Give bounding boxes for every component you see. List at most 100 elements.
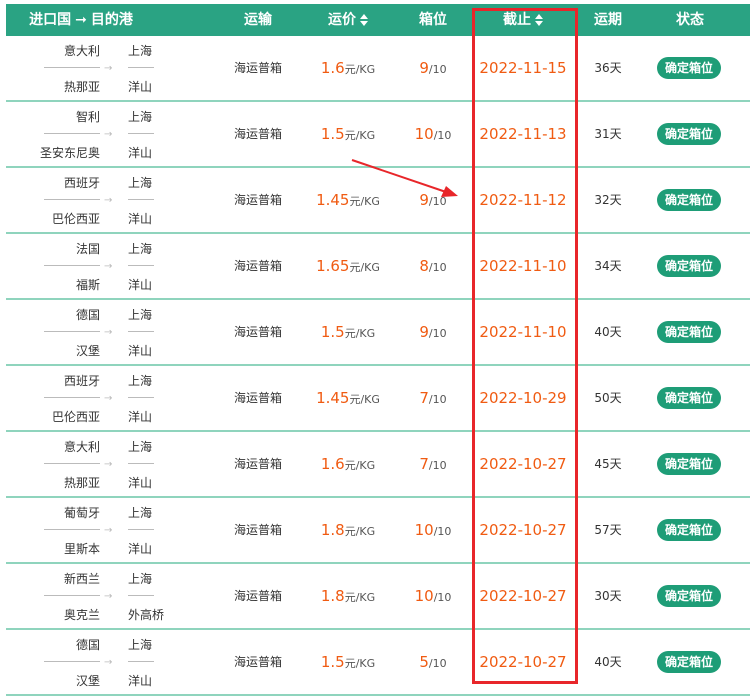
divider — [128, 463, 154, 464]
dest-city: 上海 — [128, 638, 153, 652]
price-unit: 元/KG — [349, 393, 380, 406]
header-cutoff-sort[interactable]: 截止 — [468, 4, 578, 36]
price-cell: 1.65元/KG — [298, 234, 398, 298]
confirm-box-button[interactable]: 确定箱位 — [657, 189, 721, 211]
origin-cell: 德国 汉堡 — [44, 300, 100, 364]
origin-port: 热那亚 — [63, 80, 100, 94]
dest-port: 洋山 — [128, 476, 153, 490]
dest-port: 洋山 — [128, 674, 153, 688]
box-used: 9 — [419, 59, 429, 77]
destination-cell: 上海 洋山 — [128, 366, 188, 430]
transport-type: 海运普箱 — [233, 391, 282, 405]
transport-type: 海运普箱 — [233, 457, 282, 471]
box-total: /10 — [428, 63, 447, 76]
table-row: 新西兰 奥克兰 → 上海 外高桥 海运普箱 1.8元/KG 10/10 2022… — [6, 564, 750, 630]
destination-cell: 上海 洋山 — [128, 102, 188, 166]
divider — [128, 265, 154, 266]
origin-port: 汉堡 — [75, 344, 100, 358]
transit-days: 31天 — [594, 127, 622, 141]
origin-country: 葡萄牙 — [63, 506, 100, 520]
confirm-box-button[interactable]: 确定箱位 — [657, 585, 721, 607]
table-header: 进口国 ➞ 目的港 运输 运价 箱位 截止 运期 状态 — [6, 4, 750, 36]
confirm-box-button[interactable]: 确定箱位 — [657, 519, 721, 541]
destination-cell: 上海 洋山 — [128, 36, 188, 100]
box-cell: 10/10 — [398, 102, 468, 166]
dest-port: 洋山 — [128, 542, 153, 556]
dest-city: 上海 — [128, 242, 153, 256]
confirm-box-button[interactable]: 确定箱位 — [657, 453, 721, 475]
price-cell: 1.6元/KG — [298, 36, 398, 100]
box-total: /10 — [428, 393, 447, 406]
transport-type: 海运普箱 — [233, 127, 282, 141]
price-cell: 1.5元/KG — [298, 630, 398, 694]
price-unit: 元/KG — [344, 525, 376, 538]
box-cell: 10/10 — [398, 564, 468, 628]
table-row: 德国 汉堡 → 上海 洋山 海运普箱 1.5元/KG 5/10 2022-10-… — [6, 630, 750, 696]
origin-port: 巴伦西亚 — [51, 212, 100, 226]
origin-cell: 西班牙 巴伦西亚 — [44, 366, 100, 430]
confirm-box-button[interactable]: 确定箱位 — [657, 651, 721, 673]
header-price-sort[interactable]: 运价 — [298, 4, 398, 36]
price-unit: 元/KG — [344, 591, 376, 604]
divider — [128, 133, 154, 134]
transit-days: 34天 — [594, 259, 622, 273]
route-arrow-icon: → — [104, 393, 113, 404]
transport-type: 海运普箱 — [233, 259, 282, 273]
divider — [44, 133, 100, 134]
destination-cell: 上海 外高桥 — [128, 564, 188, 628]
origin-country: 意大利 — [63, 44, 100, 58]
route-arrow-icon: → — [104, 195, 113, 206]
cutoff-date: 2022-10-29 — [479, 389, 567, 407]
transit-days: 57天 — [594, 523, 622, 537]
cutoff-date: 2022-10-27 — [479, 587, 567, 605]
table-row: 葡萄牙 里斯本 → 上海 洋山 海运普箱 1.8元/KG 10/10 2022-… — [6, 498, 750, 564]
destination-cell: 上海 洋山 — [128, 498, 188, 562]
dest-city: 上海 — [128, 374, 153, 388]
origin-cell: 葡萄牙 里斯本 — [44, 498, 100, 562]
box-total: /10 — [433, 591, 452, 604]
price-value: 1.8 — [320, 587, 345, 605]
divider — [128, 661, 154, 662]
dest-city: 上海 — [128, 572, 153, 586]
header-box: 箱位 — [419, 12, 447, 28]
divider — [44, 661, 100, 662]
cutoff-date: 2022-10-27 — [479, 653, 567, 671]
route-arrow-icon: → — [104, 459, 113, 470]
confirm-box-button[interactable]: 确定箱位 — [657, 255, 721, 277]
box-used: 9 — [419, 191, 429, 209]
header-cutoff: 截止 — [503, 12, 531, 28]
confirm-box-button[interactable]: 确定箱位 — [657, 57, 721, 79]
price-value: 1.6 — [320, 455, 345, 473]
origin-port: 巴伦西亚 — [51, 410, 100, 424]
box-cell: 5/10 — [398, 630, 468, 694]
box-used: 9 — [419, 323, 429, 341]
price-unit: 元/KG — [344, 657, 376, 670]
box-cell: 7/10 — [398, 432, 468, 496]
transit-days: 50天 — [594, 391, 622, 405]
price-value: 1.5 — [320, 125, 345, 143]
table-row: 智利 圣安东尼奥 → 上海 洋山 海运普箱 1.5元/KG 10/10 2022… — [6, 102, 750, 168]
route-arrow-icon: → — [104, 525, 113, 536]
confirm-box-button[interactable]: 确定箱位 — [657, 123, 721, 145]
confirm-box-button[interactable]: 确定箱位 — [657, 387, 721, 409]
route-arrow-icon: → — [104, 657, 113, 668]
price-value: 1.45 — [316, 389, 350, 407]
route-arrow-icon: → — [104, 591, 113, 602]
dest-port: 洋山 — [128, 410, 153, 424]
box-cell: 9/10 — [398, 300, 468, 364]
route-arrow-icon: → — [104, 261, 113, 272]
table-row: 西班牙 巴伦西亚 → 上海 洋山 海运普箱 1.45元/KG 7/10 2022… — [6, 366, 750, 432]
box-used: 10 — [414, 125, 434, 143]
destination-cell: 上海 洋山 — [128, 234, 188, 298]
price-value: 1.5 — [320, 653, 345, 671]
confirm-box-button[interactable]: 确定箱位 — [657, 321, 721, 343]
origin-cell: 法国 福斯 — [44, 234, 100, 298]
shipping-table-body: 意大利 热那亚 → 上海 洋山 海运普箱 1.6元/KG 9/10 2022-1… — [6, 36, 750, 696]
box-cell: 9/10 — [398, 168, 468, 232]
box-used: 7 — [419, 389, 429, 407]
dest-city: 上海 — [128, 110, 153, 124]
price-cell: 1.5元/KG — [298, 300, 398, 364]
table-row: 意大利 热那亚 → 上海 洋山 海运普箱 1.6元/KG 9/10 2022-1… — [6, 36, 750, 102]
transport-type: 海运普箱 — [233, 61, 282, 75]
box-used: 7 — [419, 455, 429, 473]
